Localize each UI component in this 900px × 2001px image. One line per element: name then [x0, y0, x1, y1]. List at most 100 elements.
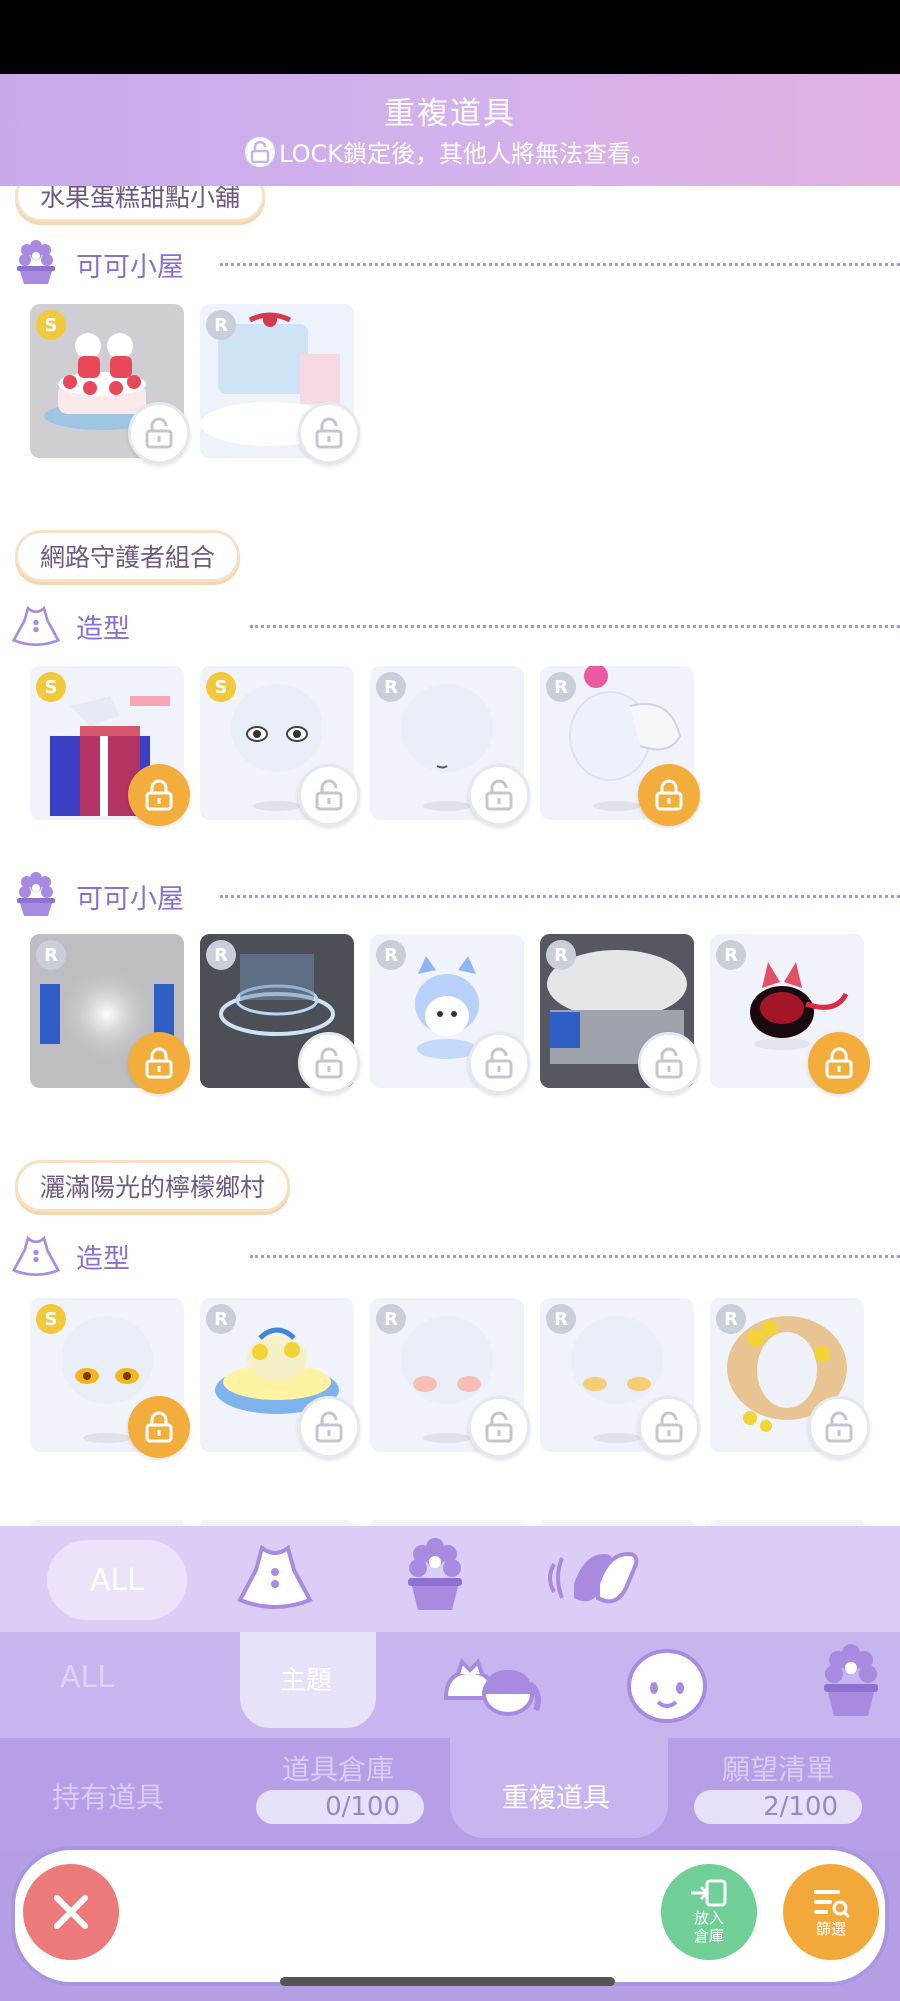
- rarity-badge: S: [36, 672, 66, 702]
- bottom-panel: ALL ALL 主題 持有道具 道具倉庫 0/100 重複道具 願望清單 2/1…: [0, 1526, 900, 2001]
- item-card[interactable]: R: [540, 666, 700, 826]
- flower-pot-icon: [12, 872, 60, 920]
- filter-row-type: ALL: [0, 1526, 900, 1632]
- divider: [250, 1254, 900, 1258]
- divider: [250, 624, 900, 628]
- action-bar: 放入 倉庫 篩選: [11, 1846, 889, 1986]
- category-row: 可可小屋: [12, 868, 900, 924]
- filter-row-category: ALL 主題: [0, 1632, 900, 1738]
- dress-icon: [12, 602, 60, 650]
- category-all-button[interactable]: ALL: [60, 1660, 114, 1695]
- item-grid: R R R R R: [30, 934, 870, 1094]
- item-card[interactable]: R: [200, 304, 360, 464]
- rarity-badge: S: [206, 672, 236, 702]
- item-card[interactable]: S: [200, 666, 360, 826]
- unlock-icon[interactable]: [638, 1032, 700, 1094]
- warehouse-count: 0/100: [256, 1790, 424, 1824]
- item-card[interactable]: S: [30, 666, 190, 826]
- item-card[interactable]: R: [370, 1298, 530, 1458]
- close-button[interactable]: [23, 1864, 119, 1960]
- item-card[interactable]: R: [30, 934, 190, 1094]
- tab-owned[interactable]: 持有道具: [52, 1776, 164, 1816]
- tab-wishlist[interactable]: 願望清單: [722, 1748, 834, 1788]
- unlock-icon[interactable]: [298, 402, 360, 464]
- inventory-tabs: 持有道具 道具倉庫 0/100 重複道具 願望清單 2/100: [0, 1738, 900, 1850]
- rarity-badge: R: [206, 940, 236, 970]
- filter-all-button[interactable]: ALL: [47, 1540, 187, 1620]
- item-grid: S R R R R: [30, 1298, 870, 1458]
- rarity-badge: R: [716, 1304, 746, 1334]
- store-label-2: 倉庫: [693, 1927, 724, 1945]
- unlock-icon[interactable]: [468, 1396, 530, 1458]
- category-label: 可可小屋: [76, 883, 184, 915]
- unlock-icon[interactable]: [298, 764, 360, 826]
- item-card[interactable]: S: [30, 1298, 190, 1458]
- lock-icon[interactable]: [128, 764, 190, 826]
- item-card[interactable]: R: [370, 666, 530, 826]
- filter-icon: [814, 1890, 851, 1919]
- dress-icon[interactable]: [236, 1540, 314, 1622]
- store-label-1: 放入: [693, 1909, 724, 1927]
- filter-label: 篩選: [815, 1920, 846, 1938]
- rarity-badge: R: [36, 940, 66, 970]
- theme-tab[interactable]: 主題: [280, 1660, 332, 1697]
- flower-pot-icon[interactable]: [402, 1538, 468, 1622]
- kids-icon[interactable]: [438, 1644, 542, 1728]
- store-to-warehouse-button[interactable]: 放入 倉庫: [661, 1864, 757, 1960]
- unlock-icon[interactable]: [468, 764, 530, 826]
- wave-hand-icon[interactable]: [546, 1544, 640, 1618]
- item-card[interactable]: R: [540, 934, 700, 1094]
- divider: [220, 894, 900, 898]
- unlock-icon[interactable]: [638, 1396, 700, 1458]
- rarity-badge: R: [546, 1304, 576, 1334]
- item-card[interactable]: R: [540, 1298, 700, 1458]
- lock-icon[interactable]: [128, 1396, 190, 1458]
- box-arrow-icon: [691, 1879, 727, 1907]
- flower-pot-icon[interactable]: [818, 1644, 884, 1728]
- unlock-icon[interactable]: [128, 402, 190, 464]
- rarity-badge: R: [206, 310, 236, 340]
- page-title: 重複道具: [384, 96, 516, 132]
- rarity-badge: S: [36, 1304, 66, 1334]
- unlock-icon[interactable]: [298, 1396, 360, 1458]
- item-card[interactable]: R: [370, 934, 530, 1094]
- divider: [220, 262, 900, 266]
- lock-icon[interactable]: [128, 1032, 190, 1094]
- unlock-icon[interactable]: [808, 1396, 870, 1458]
- rarity-badge: R: [376, 940, 406, 970]
- rarity-badge: R: [546, 672, 576, 702]
- close-icon: [54, 1895, 88, 1929]
- rarity-badge: R: [546, 940, 576, 970]
- lock-icon[interactable]: [638, 764, 700, 826]
- lock-icon[interactable]: [808, 1032, 870, 1094]
- lock-hint: LOCK鎖定後，其他人將無法查看。: [0, 134, 900, 169]
- item-card[interactable]: S: [30, 304, 190, 464]
- filter-button[interactable]: 篩選: [783, 1864, 879, 1960]
- category-label: 造型: [76, 1243, 130, 1275]
- face-icon[interactable]: [624, 1646, 710, 1730]
- category-label: 造型: [76, 613, 130, 645]
- home-indicator[interactable]: [280, 1977, 615, 1986]
- unlock-icon[interactable]: [298, 1032, 360, 1094]
- unlock-icon[interactable]: [468, 1032, 530, 1094]
- item-grid: S R: [30, 304, 360, 464]
- set-title: 網路守護者組合: [15, 530, 241, 582]
- rarity-badge: S: [36, 310, 66, 340]
- tab-warehouse[interactable]: 道具倉庫: [282, 1748, 394, 1788]
- flower-pot-icon: [12, 240, 60, 288]
- tab-duplicate[interactable]: 重複道具: [502, 1776, 610, 1815]
- item-list[interactable]: 水果蛋糕甜點小舖 可可小屋 S R 網路守護者組合 造型 S S R R 可可小…: [0, 186, 900, 1526]
- wishlist-count: 2/100: [694, 1790, 862, 1824]
- category-row: 造型: [12, 598, 900, 654]
- item-card[interactable]: R: [710, 1298, 870, 1458]
- category-label: 可可小屋: [76, 251, 184, 283]
- item-grid: S S R R: [30, 666, 700, 826]
- category-row: 造型: [12, 1228, 900, 1284]
- page-header: 重複道具 LOCK鎖定後，其他人將無法查看。: [0, 74, 900, 186]
- rarity-badge: R: [206, 1304, 236, 1334]
- item-card[interactable]: R: [710, 934, 870, 1094]
- item-card[interactable]: R: [200, 1298, 360, 1458]
- status-bar: [0, 0, 900, 74]
- category-row: 可可小屋: [12, 236, 900, 292]
- item-card[interactable]: R: [200, 934, 360, 1094]
